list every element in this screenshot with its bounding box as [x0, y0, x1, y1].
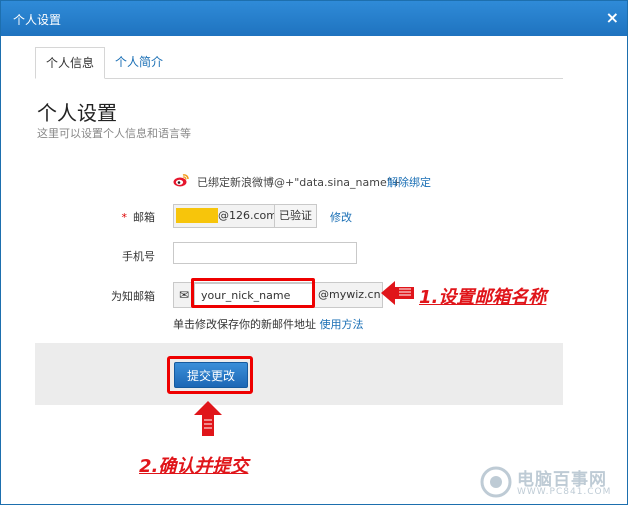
modify-email-link[interactable]: 修改: [330, 209, 352, 225]
step1-annotation: 1.设置邮箱名称: [419, 287, 547, 308]
step2-annotation: 2.确认并提交: [139, 456, 249, 477]
site-watermark: 电脑百事网 WWW.PC841.COM: [477, 461, 627, 501]
settings-dialog: 个人设置 × 个人信息 个人简介 个人设置 这里可以设置个人信息和语言等 已绑定…: [0, 0, 628, 505]
close-icon[interactable]: ×: [606, 8, 619, 27]
wiz-email-label: 为知邮箱: [111, 290, 155, 303]
weibo-bound-text: 已绑定新浪微博@+"data.sina_name"+: [197, 176, 402, 189]
email-domain: @126.com: [218, 209, 277, 222]
required-mark: *: [121, 211, 128, 224]
unbind-link[interactable]: 解除绑定: [387, 174, 431, 190]
action-bar: [35, 343, 563, 405]
arrow-left-icon: [381, 281, 414, 305]
tab-bar: 个人信息 个人简介: [35, 47, 563, 79]
phone-input[interactable]: [173, 242, 357, 264]
highlight-box-submit: [167, 356, 253, 394]
watermark-url: WWW.PC841.COM: [517, 487, 612, 497]
wiz-email-hint: 单击修改保存你的新邮件地址 使用方法: [173, 316, 364, 332]
arrow-up-icon: [194, 401, 222, 436]
dialog-title: 个人设置: [13, 13, 62, 27]
hint-text: 单击修改保存你的新邮件地址: [173, 318, 316, 331]
phone-label: 手机号: [122, 250, 155, 263]
tab-personal-info[interactable]: 个人信息: [35, 47, 106, 79]
page-subtitle: 这里可以设置个人信息和语言等: [37, 127, 191, 140]
dialog-titlebar: 个人设置 ×: [1, 1, 627, 36]
envelope-icon: ✉: [179, 288, 190, 302]
wiz-email-domain: @mywiz.cn: [318, 288, 381, 301]
email-redaction: [176, 208, 218, 223]
usage-link[interactable]: 使用方法: [320, 318, 364, 331]
verified-badge: 已验证: [274, 205, 316, 227]
email-label-text: 邮箱: [133, 211, 155, 224]
tab-personal-bio[interactable]: 个人简介: [105, 47, 173, 77]
email-field: @126.com 已验证: [173, 204, 317, 228]
watermark-logo: [480, 466, 512, 498]
email-label: * 邮箱: [65, 209, 156, 225]
highlight-box-email: [191, 278, 315, 308]
page-title: 个人设置: [37, 101, 117, 125]
weibo-icon: [173, 174, 189, 187]
